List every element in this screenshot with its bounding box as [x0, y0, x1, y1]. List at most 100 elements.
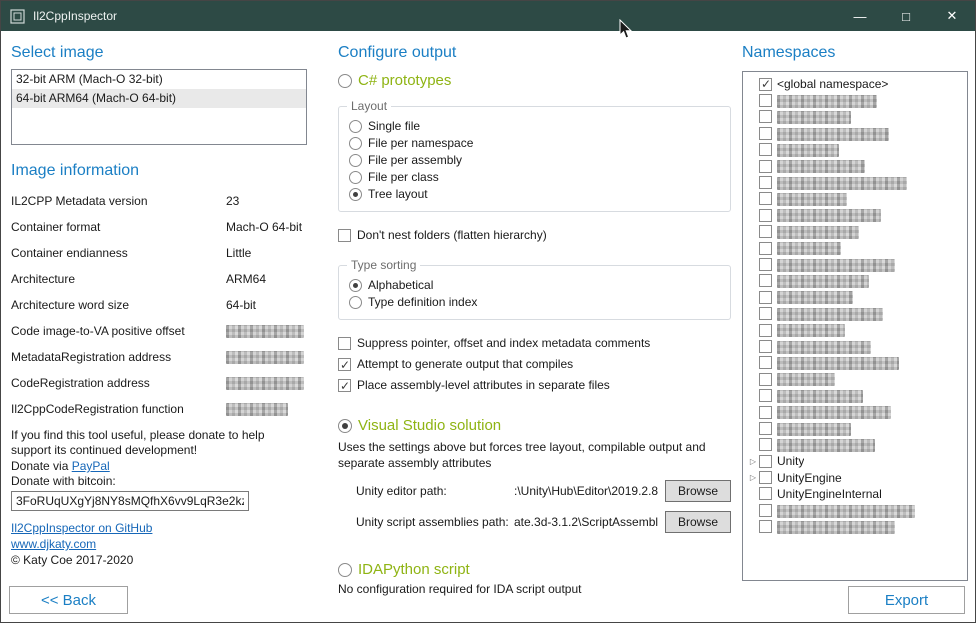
vs-radio[interactable]: Visual Studio solution — [338, 418, 731, 434]
namespace-checkbox[interactable] — [759, 455, 772, 468]
info-row: CodeRegistration address — [11, 376, 307, 391]
namespace-item[interactable]: ▷ — [745, 437, 965, 453]
namespace-item[interactable]: ▷ Unity — [745, 453, 965, 469]
export-button[interactable]: Export — [848, 586, 965, 614]
expander-icon[interactable]: ▷ — [747, 473, 759, 482]
namespace-item[interactable]: ▷ — [745, 519, 965, 535]
namespace-checkbox[interactable] — [759, 291, 772, 304]
checkbox-icon — [338, 379, 351, 392]
namespace-checkbox[interactable] — [759, 373, 772, 386]
website-link[interactable]: www.djkaty.com — [11, 536, 307, 552]
namespace-checkbox[interactable] — [759, 242, 772, 255]
namespace-item[interactable]: ▷ — [745, 420, 965, 436]
namespace-item[interactable]: ▷ — [745, 109, 965, 125]
namespace-item[interactable]: ▷ — [745, 322, 965, 338]
github-link[interactable]: Il2CppInspector on GitHub — [11, 520, 307, 536]
radio-option[interactable]: Single file — [349, 118, 720, 134]
namespace-checkbox[interactable] — [759, 471, 772, 484]
redacted-namespace — [777, 423, 851, 436]
namespace-checkbox[interactable] — [759, 176, 772, 189]
namespace-checkbox[interactable] — [759, 340, 772, 353]
checkbox-option[interactable]: Place assembly-level attributes in separ… — [338, 377, 731, 393]
radio-option[interactable]: File per class — [349, 169, 720, 185]
unity-editor-browse-button[interactable]: Browse — [665, 480, 731, 502]
close-button[interactable]: ✕ — [929, 1, 975, 31]
namespace-item[interactable]: ▷ — [745, 305, 965, 321]
namespace-item[interactable]: ▷ — [745, 338, 965, 354]
unity-script-browse-button[interactable]: Browse — [665, 511, 731, 533]
namespace-item[interactable]: ▷ — [745, 240, 965, 256]
ida-radio[interactable]: IDAPython script — [338, 562, 731, 578]
namespace-checkbox[interactable] — [759, 389, 772, 402]
expander-icon[interactable]: ▷ — [747, 457, 759, 466]
namespace-item[interactable]: ▷ — [745, 273, 965, 289]
namespace-item[interactable]: ▷ — [745, 387, 965, 403]
namespace-checkbox[interactable] — [759, 520, 772, 533]
info-value — [226, 402, 307, 417]
namespace-checkbox[interactable] — [759, 110, 772, 123]
checkbox-option[interactable]: Suppress pointer, offset and index metad… — [338, 335, 731, 351]
type-sorting-groupbox: Type sorting Alphabetical Type definitio… — [338, 265, 731, 320]
radio-option[interactable]: Tree layout — [349, 186, 720, 202]
radio-option[interactable]: File per namespace — [349, 135, 720, 151]
radio-option-label: File per assembly — [368, 152, 462, 168]
namespace-item[interactable]: ▷ UnityEngineInternal — [745, 486, 965, 502]
namespace-checkbox[interactable] — [759, 209, 772, 222]
image-listbox[interactable]: 32-bit ARM (Mach-O 32-bit) 64-bit ARM64 … — [11, 69, 307, 145]
radio-option[interactable]: Type definition index — [349, 294, 720, 310]
namespace-item[interactable]: ▷ — [745, 92, 965, 108]
radio-option[interactable]: Alphabetical — [349, 277, 720, 293]
namespace-checkbox[interactable] — [759, 422, 772, 435]
namespace-checkbox[interactable] — [759, 356, 772, 369]
namespace-item[interactable]: ▷ <global namespace> — [745, 76, 965, 92]
checkbox-option[interactable]: Attempt to generate output that compiles — [338, 356, 731, 372]
namespace-item[interactable]: ▷ — [745, 371, 965, 387]
namespace-checkbox[interactable] — [759, 258, 772, 271]
namespace-item[interactable]: ▷ — [745, 174, 965, 190]
namespace-item[interactable]: ▷ — [745, 502, 965, 518]
back-button[interactable]: << Back — [9, 586, 128, 614]
namespace-checkbox[interactable] — [759, 504, 772, 517]
namespace-item[interactable]: ▷ — [745, 158, 965, 174]
radio-icon — [338, 419, 352, 433]
namespace-item[interactable]: ▷ — [745, 355, 965, 371]
namespace-item[interactable]: ▷ UnityEngine — [745, 469, 965, 485]
namespace-checkbox[interactable] — [759, 487, 772, 500]
namespace-item[interactable]: ▷ — [745, 289, 965, 305]
paypal-link[interactable]: PayPal — [72, 459, 110, 473]
namespace-item[interactable]: ▷ — [745, 224, 965, 240]
radio-icon — [349, 137, 362, 150]
namespace-checkbox[interactable] — [759, 160, 772, 173]
redacted-namespace — [777, 275, 869, 288]
namespaces-header: Namespaces — [742, 43, 968, 63]
namespace-item[interactable]: ▷ — [745, 404, 965, 420]
namespace-checkbox[interactable] — [759, 406, 772, 419]
flatten-checkbox[interactable]: Don't nest folders (flatten hierarchy) — [338, 227, 731, 243]
namespace-item[interactable]: ▷ — [745, 191, 965, 207]
image-list-item[interactable]: 32-bit ARM (Mach-O 32-bit) — [12, 70, 306, 89]
namespace-item[interactable]: ▷ — [745, 125, 965, 141]
namespace-checkbox[interactable] — [759, 324, 772, 337]
namespace-checkbox[interactable] — [759, 438, 772, 451]
namespace-checkbox[interactable] — [759, 307, 772, 320]
minimize-button[interactable]: — — [837, 1, 883, 31]
info-value: Mach-O 64-bit — [226, 220, 307, 235]
image-list-item[interactable]: 64-bit ARM64 (Mach-O 64-bit) — [12, 89, 306, 108]
namespace-checkbox[interactable] — [759, 225, 772, 238]
namespace-checkbox[interactable] — [759, 78, 772, 91]
namespace-checkbox[interactable] — [759, 192, 772, 205]
maximize-button[interactable]: □ — [883, 1, 929, 31]
csharp-radio[interactable]: C# prototypes — [338, 73, 731, 89]
namespace-checkbox[interactable] — [759, 143, 772, 156]
namespace-label — [777, 356, 899, 370]
namespace-checkbox[interactable] — [759, 127, 772, 140]
info-label: Code image-to-VA positive offset — [11, 324, 226, 339]
namespace-item[interactable]: ▷ — [745, 142, 965, 158]
radio-option[interactable]: File per assembly — [349, 152, 720, 168]
namespace-item[interactable]: ▷ — [745, 256, 965, 272]
namespace-checkbox[interactable] — [759, 274, 772, 287]
bitcoin-address-input[interactable] — [11, 491, 249, 511]
namespace-checkbox[interactable] — [759, 94, 772, 107]
namespace-list[interactable]: ▷ <global namespace> ▷ ▷ ▷ ▷ ▷ ▷ ▷ ▷ ▷ — [742, 71, 968, 581]
namespace-item[interactable]: ▷ — [745, 207, 965, 223]
